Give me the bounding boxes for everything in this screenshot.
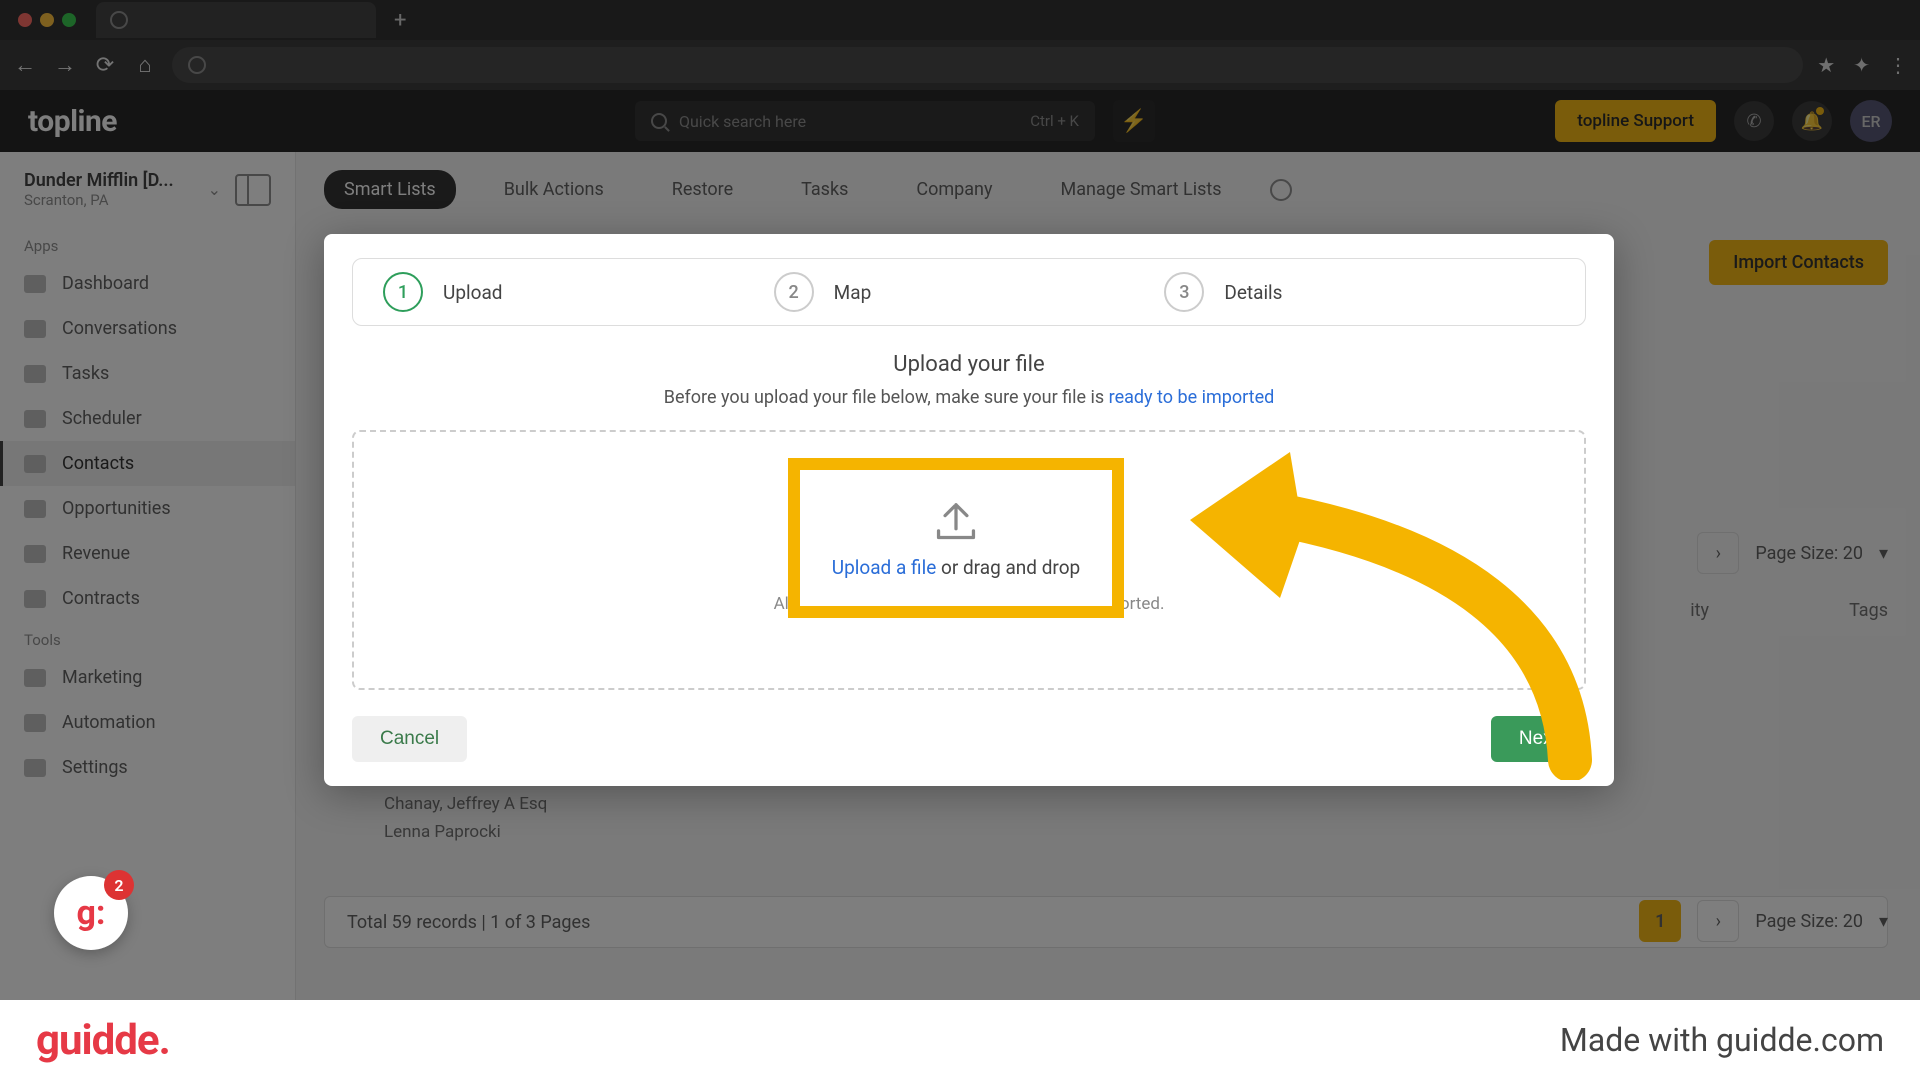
annotation-highlight: Upload a file or drag and drop	[788, 458, 1124, 618]
modal-subtitle: Before you upload your file below, make …	[352, 387, 1586, 408]
made-with-label: Made with guidde.com	[1560, 1021, 1884, 1059]
cancel-button[interactable]: Cancel	[352, 716, 467, 762]
upload-rest: or drag and drop	[936, 556, 1080, 579]
guidde-logo-icon: g:	[76, 893, 105, 933]
upload-file-link: Upload a file	[832, 556, 936, 579]
stepper: 1 Upload 2 Map 3 Details	[352, 258, 1586, 326]
step-upload[interactable]: 1 Upload	[383, 272, 774, 312]
step-map[interactable]: 2 Map	[774, 272, 1165, 312]
ready-to-import-link[interactable]: ready to be imported	[1109, 387, 1275, 408]
modal-title: Upload your file	[352, 352, 1586, 377]
step-details[interactable]: 3 Details	[1164, 272, 1555, 312]
modal-actions: Cancel Next	[352, 716, 1586, 762]
step-number: 1	[383, 272, 423, 312]
step-number: 2	[774, 272, 814, 312]
step-number: 3	[1164, 272, 1204, 312]
upload-icon	[932, 498, 980, 542]
brand-footer: guidde. Made with guidde.com	[0, 1000, 1920, 1080]
badge-count: 2	[104, 870, 134, 900]
step-label: Upload	[443, 281, 503, 304]
guidde-logo: guidde.	[36, 1016, 170, 1065]
subtitle-text: Before you upload your file below, make …	[664, 387, 1109, 408]
step-label: Map	[834, 281, 872, 304]
next-button[interactable]: Next	[1491, 716, 1586, 762]
guidde-badge[interactable]: g: 2	[54, 876, 128, 950]
upload-text: Upload a file or drag and drop	[832, 556, 1080, 579]
step-label: Details	[1224, 281, 1282, 304]
